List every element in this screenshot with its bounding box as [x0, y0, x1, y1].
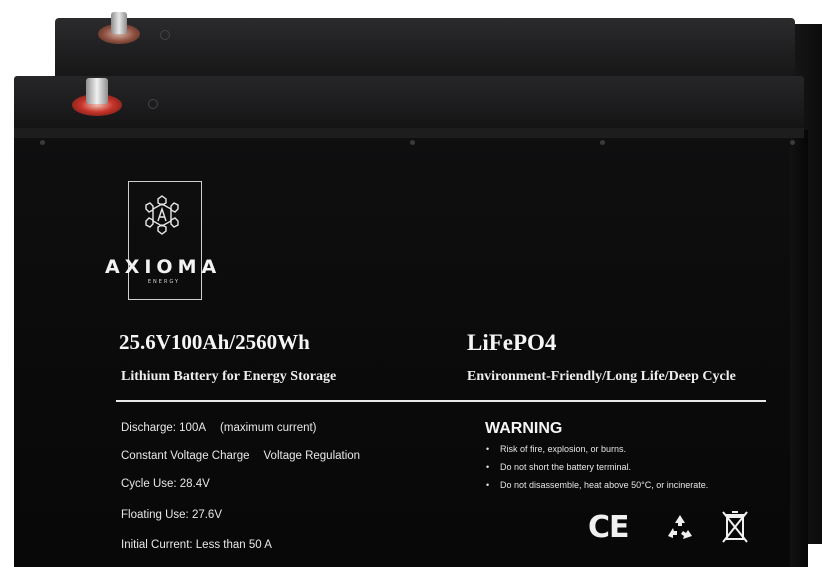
warning-text: Do not disassemble, heat above 50°C, or …: [500, 480, 709, 490]
label-divider: [116, 400, 766, 402]
case-edge-shade: [790, 130, 808, 567]
warning-text: Do not short the battery terminal.: [500, 462, 632, 472]
vent-cap: [148, 99, 158, 109]
rail-rivet: [40, 140, 45, 145]
battery-lid-top: [55, 18, 795, 78]
spec-note: Voltage Regulation: [263, 450, 361, 462]
brand-subtitle: ENERGY: [147, 279, 181, 285]
battery-chemistry: LiFePO4: [467, 330, 557, 355]
spec-label: Cycle Use: 28.4V: [121, 478, 210, 490]
spec-label: Floating Use: 27.6V: [121, 509, 223, 521]
spec-row: Cycle Use: 28.4V: [121, 478, 210, 490]
rail-rivet: [790, 140, 795, 145]
spec-label: Constant Voltage Charge: [121, 450, 250, 462]
battery-product-photo: AXIOMA ENERGY 25.6V100Ah/2560Wh Lithium …: [0, 0, 822, 567]
positive-terminal: [70, 76, 126, 118]
negative-terminal: [96, 10, 146, 46]
ce-mark: CE: [588, 510, 630, 545]
hexagon-star-emblem-icon: [145, 195, 179, 235]
crossed-bin-icon: [722, 511, 748, 543]
spec-label: Initial Current: Less than 50 A: [121, 539, 272, 551]
brand-name: AXIOMA: [105, 256, 222, 278]
spec-label: Discharge: 100A: [121, 422, 207, 434]
battery-features: Environment-Friendly/Long Life/Deep Cycl…: [467, 369, 736, 384]
rail-rivet: [410, 140, 415, 145]
rail-rivet: [600, 140, 605, 145]
battery-rating: 25.6V100Ah/2560Wh: [119, 330, 310, 354]
spec-note: (maximum current): [220, 422, 317, 434]
lid-rail: [14, 128, 804, 138]
recycle-icon: [668, 515, 692, 539]
warning-title: WARNING: [485, 420, 563, 437]
warning-text: Risk of fire, explosion, or burns.: [500, 444, 627, 454]
warning-item: • Do not disassemble, heat above 50°C, or…: [486, 480, 709, 490]
spec-row: Discharge: 100A (maximum current): [121, 422, 317, 434]
spec-row: Initial Current: Less than 50 A: [121, 539, 272, 551]
warning-item: • Do not short the battery terminal.: [486, 462, 632, 472]
spec-row: Floating Use: 27.6V: [121, 509, 222, 521]
spec-row: Constant Voltage Charge Voltage Regulatio…: [121, 450, 360, 462]
battery-description: Lithium Battery for Energy Storage: [121, 369, 337, 384]
warning-item: • Risk of fire, explosion, or burns.: [486, 444, 627, 454]
vent-cap: [160, 30, 170, 40]
